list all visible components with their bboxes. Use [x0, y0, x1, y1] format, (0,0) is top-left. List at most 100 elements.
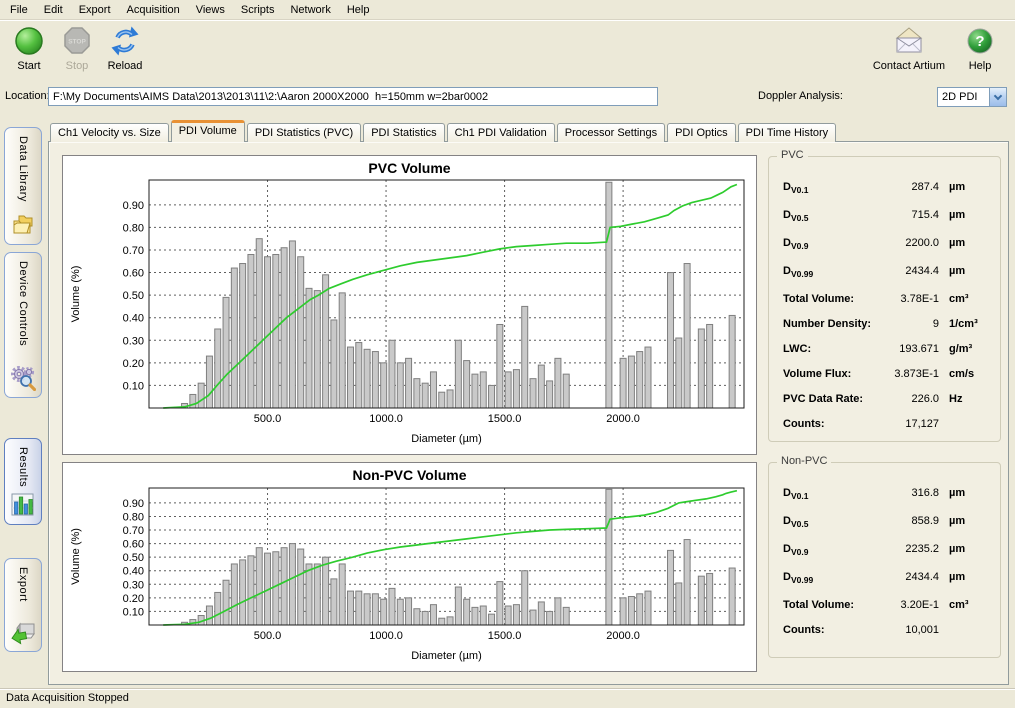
x-tick-label: 2000.0 — [606, 630, 640, 642]
volume-bar — [489, 614, 495, 625]
menu-edit[interactable]: Edit — [36, 1, 71, 19]
volume-bar — [240, 560, 246, 625]
volume-bar — [372, 352, 378, 408]
volume-bar — [314, 564, 320, 625]
volume-bar — [206, 356, 212, 408]
volume-bar — [513, 370, 519, 408]
volume-bar — [306, 288, 312, 408]
menu-export[interactable]: Export — [71, 1, 119, 19]
stat-row: DV0.5858.9µm — [769, 511, 1000, 539]
volume-bar — [480, 372, 486, 408]
menu-file[interactable]: File — [2, 1, 36, 19]
sidebar-item-label: Data Library — [17, 136, 29, 202]
stat-label: DV0.1 — [783, 181, 808, 195]
tab-pdi-volume[interactable]: PDI Volume — [171, 120, 245, 142]
menu-network[interactable]: Network — [282, 1, 338, 19]
tab-ch1-velocity-vs-size[interactable]: Ch1 Velocity vs. Size — [50, 123, 169, 142]
stat-value: 858.9 — [853, 515, 939, 527]
volume-bar — [414, 379, 420, 408]
volume-bar — [389, 588, 395, 625]
y-tick-label: 0.90 — [123, 498, 144, 510]
tab-pdi-optics[interactable]: PDI Optics — [667, 123, 736, 142]
toolbar-left: Start STOP Stop — [8, 24, 146, 72]
sidebar: Data Library Device Controls Results Export — [4, 124, 46, 684]
volume-bar — [331, 579, 337, 625]
export-icon — [10, 619, 36, 645]
menu-acquisition[interactable]: Acquisition — [119, 1, 188, 19]
toolbar-right: Contact Artium ? Help — [873, 24, 1001, 72]
x-axis-label: Diameter (µm) — [411, 650, 482, 662]
stat-value: 10,001 — [853, 624, 939, 636]
menu-help[interactable]: Help — [339, 1, 378, 19]
non-pvc-groupbox-title: Non-PVC — [777, 455, 831, 467]
volume-bar — [381, 363, 387, 408]
tab-processor-settings[interactable]: Processor Settings — [557, 123, 665, 142]
help-button[interactable]: ? Help — [959, 24, 1001, 72]
y-tick-label: 0.30 — [123, 335, 144, 347]
stat-label: DV0.99 — [783, 571, 813, 585]
volume-bar — [530, 379, 536, 408]
stat-row: DV0.992434.4µm — [769, 567, 1000, 595]
menu-scripts[interactable]: Scripts — [233, 1, 283, 19]
stat-unit: µm — [949, 487, 965, 499]
stat-unit: cm³ — [949, 599, 969, 611]
sidebar-item-data-library[interactable]: Data Library — [4, 127, 42, 245]
start-button[interactable]: Start — [8, 24, 50, 72]
stat-value: 3.873E-1 — [853, 368, 939, 380]
x-tick-label: 1500.0 — [488, 630, 522, 642]
sidebar-item-label: Results — [17, 447, 29, 487]
help-icon: ? — [959, 24, 1001, 58]
tab-pdi-time-history[interactable]: PDI Time History — [738, 123, 837, 142]
chart-title: PVC Volume — [368, 160, 450, 176]
contact-artium-button[interactable]: Contact Artium — [873, 24, 945, 72]
sidebar-item-results[interactable]: Results — [4, 438, 42, 525]
tab-ch1-pdi-validation[interactable]: Ch1 PDI Validation — [447, 123, 555, 142]
stat-row: DV0.992434.4µm — [769, 261, 1000, 289]
volume-bar — [248, 254, 254, 408]
stop-button[interactable]: STOP Stop — [56, 24, 98, 72]
volume-bar — [620, 598, 626, 625]
stat-row: DV0.5715.4µm — [769, 205, 1000, 233]
stat-label: DV0.9 — [783, 543, 808, 557]
volume-bar — [547, 611, 553, 625]
x-tick-label: 500.0 — [254, 630, 282, 642]
location-input[interactable] — [48, 87, 658, 106]
sidebar-item-export[interactable]: Export — [4, 558, 42, 652]
volume-bar — [314, 291, 320, 408]
stat-row: Total Volume:3.78E-1cm³ — [769, 289, 1000, 314]
volume-bar — [637, 594, 643, 625]
volume-bar — [256, 239, 262, 408]
stat-label: Volume Flux: — [783, 368, 851, 380]
menu-views[interactable]: Views — [188, 1, 233, 19]
volume-bar — [538, 602, 544, 625]
pvc-stats-rows: DV0.1287.4µmDV0.5715.4µmDV0.92200.0µmDV0… — [769, 177, 1000, 439]
y-tick-label: 0.10 — [123, 606, 144, 618]
sidebar-item-device-controls[interactable]: Device Controls — [4, 252, 42, 398]
tab-pdi-statistics[interactable]: PDI Statistics — [363, 123, 444, 142]
status-bar: Data Acquisition Stopped — [0, 688, 1015, 708]
tab-pdi-statistics-pvc-[interactable]: PDI Statistics (PVC) — [247, 123, 361, 142]
combo-dropdown-button[interactable] — [989, 88, 1006, 106]
volume-bar — [606, 489, 612, 625]
volume-bar — [645, 347, 651, 408]
volume-bar — [256, 548, 262, 625]
stat-label: PVC Data Rate: — [783, 393, 863, 405]
y-tick-label: 0.80 — [123, 222, 144, 234]
volume-bar — [464, 361, 470, 408]
doppler-analysis-select[interactable]: 2D PDI — [937, 87, 1007, 107]
volume-bar — [356, 343, 362, 408]
app-window: FileEditExportAcquisitionViewsScriptsNet… — [0, 0, 1015, 708]
stat-unit: cm³ — [949, 293, 969, 305]
stat-label: DV0.1 — [783, 487, 808, 501]
volume-bar — [331, 320, 337, 408]
menubar: FileEditExportAcquisitionViewsScriptsNet… — [0, 0, 1015, 20]
volume-bar — [563, 607, 569, 625]
volume-bar — [281, 548, 287, 625]
main-area: Ch1 Velocity vs. SizePDI VolumePDI Stati… — [48, 120, 1009, 685]
volume-bar — [447, 390, 453, 408]
reload-button[interactable]: Reload — [104, 24, 146, 72]
volume-bar — [606, 182, 612, 408]
volume-bar — [231, 268, 237, 408]
stat-unit: g/m³ — [949, 343, 972, 355]
stat-value: 2235.2 — [853, 543, 939, 555]
